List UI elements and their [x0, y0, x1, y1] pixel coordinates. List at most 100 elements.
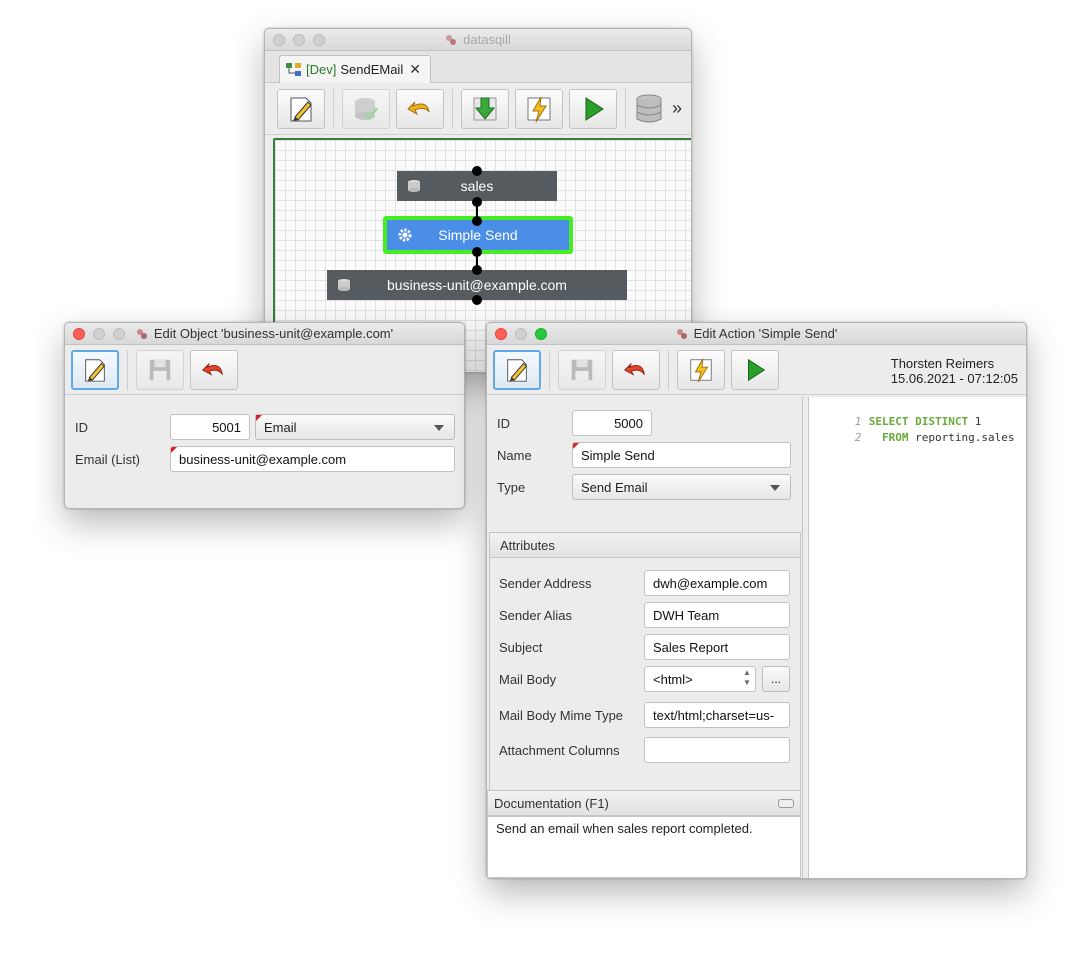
database-icon[interactable]	[634, 93, 664, 125]
name-label: Name	[497, 448, 532, 463]
mime-type-label: Mail Body Mime Type	[499, 708, 624, 723]
zoom-window-button[interactable]	[313, 34, 325, 46]
toolbar-separator	[127, 349, 128, 390]
play-icon	[748, 358, 766, 381]
save-button[interactable]	[136, 349, 184, 390]
app-icon	[136, 328, 147, 339]
toolbar-overflow-button[interactable]: »	[672, 98, 682, 119]
zoom-window-button[interactable]	[113, 328, 125, 340]
sql-keyword: FROM	[868, 431, 909, 444]
workflow-icon	[286, 62, 301, 76]
email-field[interactable]: business-unit@example.com	[170, 446, 455, 472]
execute-sql-button[interactable]	[515, 88, 563, 129]
pencil-icon	[507, 358, 527, 382]
name-field[interactable]: Simple Send	[572, 442, 791, 468]
window-controls	[73, 328, 125, 340]
edit-object-toolbar	[65, 345, 464, 395]
save-button[interactable]	[558, 349, 606, 390]
mail-body-stepper[interactable]: ▲ ▼	[740, 668, 754, 690]
tab-sendemail[interactable]: [Dev] SendEMail ✕	[279, 55, 431, 83]
db-check-icon	[355, 97, 379, 120]
documentation-title: Documentation (F1)	[494, 795, 609, 811]
play-icon	[585, 96, 604, 121]
connector-port[interactable]	[472, 166, 482, 176]
attachment-columns-field[interactable]	[644, 737, 790, 763]
id-field[interactable]: 5001	[170, 414, 250, 440]
undo-icon	[407, 101, 430, 115]
tab-close-icon[interactable]: ✕	[409, 61, 421, 78]
toolbar-separator	[452, 88, 453, 129]
undo-button[interactable]	[396, 88, 444, 129]
download-arrow-icon	[473, 97, 497, 120]
connector-port[interactable]	[472, 197, 482, 207]
pencil-icon	[85, 358, 105, 382]
type-label: Type	[497, 480, 526, 495]
chevron-down-icon[interactable]: ▼	[740, 678, 754, 688]
edit-action-window: Edit Action 'Simple Send' Thorsten Reime…	[486, 322, 1027, 879]
close-window-button[interactable]	[495, 328, 507, 340]
minimize-window-button[interactable]	[93, 328, 105, 340]
minimize-window-button[interactable]	[293, 34, 305, 46]
close-window-button[interactable]	[73, 328, 85, 340]
chevron-up-icon[interactable]: ▲	[740, 668, 754, 678]
run-button[interactable]	[569, 88, 617, 129]
edit-object-window: Edit Object 'business-unit@example.com' …	[64, 322, 465, 509]
user-info: Thorsten Reimers 15.06.2021 - 07:12:05	[891, 356, 1018, 386]
sender-alias-field[interactable]: DWH Team	[644, 602, 790, 628]
edit-button[interactable]	[71, 349, 119, 390]
database-icon	[338, 279, 350, 291]
revert-button[interactable]	[190, 349, 238, 390]
run-button[interactable]	[731, 349, 779, 390]
email-label: Email (List)	[75, 452, 141, 467]
gear-icon	[398, 228, 412, 242]
subject-field[interactable]: Sales Report	[644, 634, 790, 660]
undo-icon	[624, 362, 645, 376]
attributes-panel: Sender Address dwh@example.com Sender Al…	[489, 558, 801, 802]
lightning-icon	[527, 96, 551, 122]
close-window-button[interactable]	[273, 34, 285, 46]
node-label: business-unit@example.com	[387, 277, 567, 293]
connector-port[interactable]	[472, 247, 482, 257]
minimize-window-button[interactable]	[515, 328, 527, 340]
revert-button[interactable]	[612, 349, 660, 390]
validate-button[interactable]	[342, 88, 390, 129]
zoom-window-button[interactable]	[535, 328, 547, 340]
action-type-select[interactable]: Send Email	[572, 474, 791, 500]
edit-object-titlebar: Edit Object 'business-unit@example.com'	[65, 323, 464, 345]
collapse-toggle[interactable]	[778, 799, 794, 808]
edit-button[interactable]	[277, 88, 325, 129]
deploy-button[interactable]	[461, 88, 509, 129]
tab-env-label: [Dev]	[306, 62, 337, 77]
connector-port[interactable]	[472, 265, 482, 275]
app-icon	[676, 328, 687, 339]
id-label: ID	[75, 420, 88, 435]
main-toolbar: »	[265, 83, 691, 135]
save-icon	[149, 359, 171, 380]
documentation-header: Documentation (F1)	[487, 790, 801, 816]
main-titlebar: datasqill	[265, 29, 691, 51]
window-title: Edit Action 'Simple Send'	[693, 326, 838, 341]
documentation-text[interactable]: Send an email when sales report complete…	[487, 816, 801, 878]
database-icon	[408, 180, 420, 192]
window-title: Edit Object 'business-unit@example.com'	[153, 326, 394, 341]
attachment-columns-label: Attachment Columns	[499, 743, 620, 758]
tab-label: SendEMail	[340, 62, 404, 77]
code-line: 2 FROM reporting.sales	[815, 418, 1015, 457]
id-field[interactable]: 5000	[572, 410, 652, 436]
toolbar-separator	[549, 349, 550, 390]
execute-sql-button[interactable]	[677, 349, 725, 390]
mime-type-field[interactable]: text/html;charset=us-	[644, 702, 790, 728]
tab-bar: [Dev] SendEMail ✕	[265, 51, 691, 83]
node-label: sales	[460, 178, 494, 194]
sql-editor[interactable]: 1 SELECT DISTINCT 1 2 FROM reporting.sale…	[808, 397, 1026, 878]
object-type-select[interactable]: Email	[255, 414, 455, 440]
connector-port[interactable]	[472, 216, 482, 226]
undo-icon	[202, 362, 223, 376]
edit-button[interactable]	[493, 349, 541, 390]
sender-address-field[interactable]: dwh@example.com	[644, 570, 790, 596]
mail-body-label: Mail Body	[499, 672, 557, 687]
line-number: 2	[854, 431, 862, 444]
mail-body-expand-button[interactable]: ...	[762, 666, 790, 692]
pencil-icon	[290, 97, 312, 121]
connector-port[interactable]	[472, 295, 482, 305]
